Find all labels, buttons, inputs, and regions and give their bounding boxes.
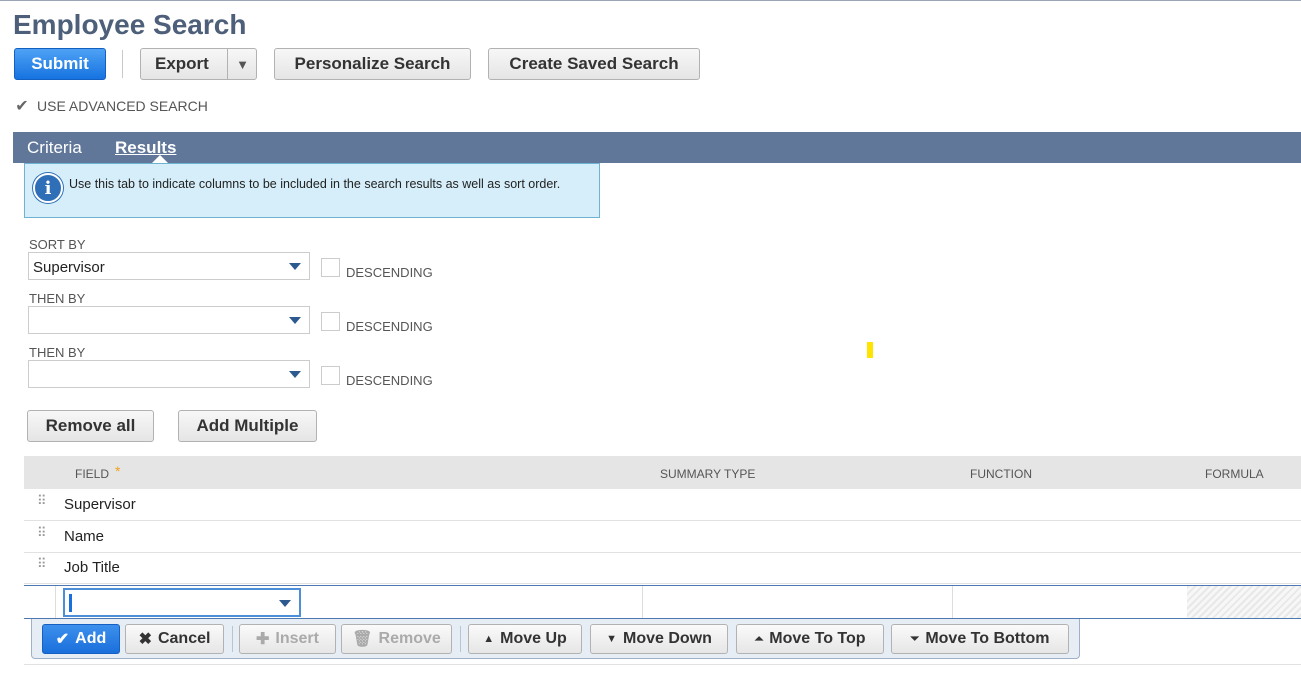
remove-all-button[interactable]: Remove all: [27, 410, 154, 442]
table-row[interactable]: ⠿ Job Title: [24, 553, 1301, 584]
grid-bottom-border: [24, 664, 1301, 665]
row-action-toolbar: ✔ Add ✖ Cancel ✚ Insert 🗑 Remove ▲ Move Up ▼ M…: [31, 619, 1080, 659]
summary-type-cell[interactable]: [642, 586, 952, 618]
sort-by-label: SORT BY: [29, 237, 86, 252]
create-saved-search-button[interactable]: Create Saved Search: [488, 48, 700, 80]
highlight-marker: [867, 342, 873, 358]
then-by-2-label: THEN BY: [29, 345, 86, 360]
check-icon: ✔: [55, 631, 70, 648]
close-icon: ✖: [138, 631, 152, 648]
row-field: Supervisor: [64, 496, 136, 513]
table-row[interactable]: ⠿ Name: [24, 522, 1301, 553]
then-by-1-descending-checkbox[interactable]: [321, 312, 340, 331]
dropdown-arrow-icon: [279, 600, 291, 607]
drag-handle-icon[interactable]: ⠿: [37, 494, 46, 507]
checkmark-icon[interactable]: ✔: [13, 97, 31, 115]
info-banner: i Use this tab to indicate columns to be…: [24, 163, 600, 218]
info-icon: i: [33, 173, 63, 203]
table-row[interactable]: ⠿ Supervisor: [24, 490, 1301, 521]
then-by-1-select[interactable]: [28, 306, 310, 334]
then-by-1-label: THEN BY: [29, 291, 86, 306]
grid-header: FIELD * SUMMARY TYPE FUNCTION FORMULA: [24, 456, 1301, 489]
move-up-button[interactable]: ▲ Move Up: [468, 624, 582, 654]
plus-icon: ✚: [256, 631, 270, 648]
drag-handle-icon[interactable]: ⠿: [37, 557, 46, 570]
add-multiple-button[interactable]: Add Multiple: [178, 410, 317, 442]
sort-by-descending-checkbox[interactable]: [321, 258, 340, 277]
trash-icon: 🗑: [352, 631, 373, 648]
move-to-top-button[interactable]: ⏶ Move To Top: [736, 624, 884, 654]
arrow-up-icon: ▲: [483, 633, 495, 645]
advanced-search-toggle[interactable]: ✔ USE ADVANCED SEARCH: [13, 97, 208, 115]
top-border: [0, 0, 1301, 1]
then-by-2-descending-label: DESCENDING: [346, 373, 433, 388]
sort-by-descending-label: DESCENDING: [346, 265, 433, 280]
cancel-button[interactable]: ✖ Cancel: [125, 624, 224, 654]
tab-criteria[interactable]: Criteria: [27, 138, 82, 158]
field-select[interactable]: [63, 588, 301, 617]
toolbar-divider: [122, 50, 123, 78]
dropdown-arrow-icon: [289, 317, 301, 324]
info-text: Use this tab to indicate columns to be i…: [69, 177, 561, 191]
column-header-formula: FORMULA: [1205, 467, 1264, 481]
insert-button[interactable]: ✚ Insert: [239, 624, 336, 654]
row-field: Job Title: [64, 559, 120, 576]
submit-button[interactable]: Submit: [14, 48, 106, 80]
edit-row: [24, 585, 1301, 619]
toolbar-divider: [232, 626, 233, 652]
page-title: Employee Search: [13, 9, 247, 40]
export-dropdown-icon[interactable]: ▼: [227, 48, 257, 80]
tab-bar: Criteria Results: [13, 132, 1301, 163]
move-to-top-icon: ⏶: [754, 632, 764, 645]
column-header-field: FIELD *: [75, 463, 121, 481]
then-by-2-descending-checkbox[interactable]: [321, 366, 340, 385]
then-by-1-descending-label: DESCENDING: [346, 319, 433, 334]
active-tab-pointer: [152, 155, 168, 163]
drag-handle-icon[interactable]: ⠿: [37, 526, 46, 539]
function-cell[interactable]: [952, 586, 1187, 618]
sort-by-select[interactable]: Supervisor: [28, 252, 310, 280]
add-button[interactable]: ✔ Add: [42, 624, 120, 654]
dropdown-arrow-icon: [289, 263, 301, 270]
required-marker: *: [115, 463, 121, 479]
move-to-bottom-icon: ⏷: [910, 632, 920, 645]
column-header-summary-type: SUMMARY TYPE: [660, 467, 756, 481]
column-header-function: FUNCTION: [970, 467, 1032, 481]
arrow-down-icon: ▼: [606, 633, 617, 645]
formula-cell-disabled: [1187, 586, 1301, 618]
advanced-search-label: USE ADVANCED SEARCH: [37, 98, 208, 114]
dropdown-arrow-icon: [289, 371, 301, 378]
remove-button[interactable]: 🗑 Remove: [341, 624, 452, 654]
export-label: Export: [155, 54, 209, 73]
row-field: Name: [64, 528, 105, 545]
move-down-button[interactable]: ▼ Move Down: [590, 624, 728, 654]
toolbar-divider: [460, 626, 461, 652]
sort-by-value: Supervisor: [33, 259, 105, 276]
text-cursor: [69, 594, 72, 612]
personalize-search-button[interactable]: Personalize Search: [274, 48, 471, 80]
move-to-bottom-button[interactable]: ⏷ Move To Bottom: [891, 624, 1069, 654]
then-by-2-select[interactable]: [28, 360, 310, 388]
